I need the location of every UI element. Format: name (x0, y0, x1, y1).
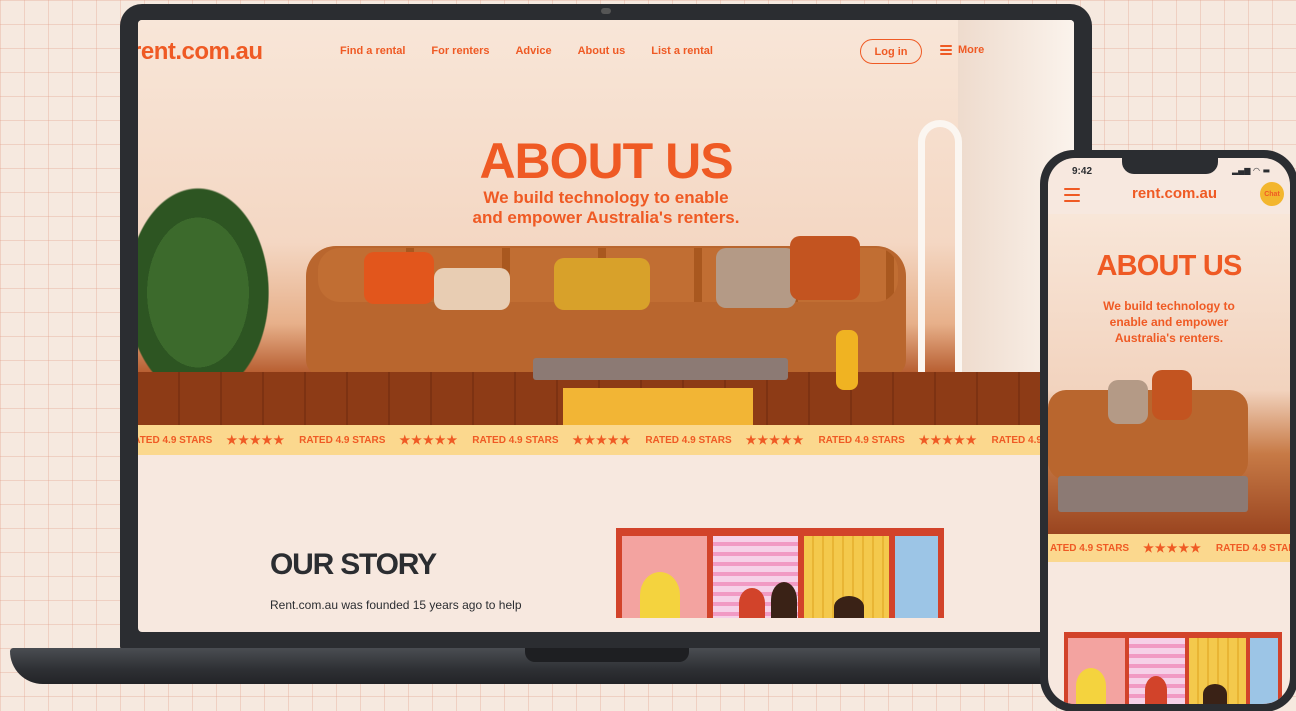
marquee-item: RATED 4.9 STARS ★★★★★ (472, 433, 645, 447)
marquee-item: RATED 4.9 STARS ★★★★★ (138, 433, 299, 447)
marquee-label: RATED 4.9 STARS (299, 434, 386, 446)
person-figure (771, 582, 798, 618)
laptop-trackpad-notch (525, 648, 689, 662)
marquee-label: ATED 4.9 STARS (1050, 542, 1130, 554)
laptop-screen: ABOUT US We build technology to enable a… (138, 20, 1074, 632)
nav-advice[interactable]: Advice (515, 45, 551, 57)
stars-icon: ★★★★★ (399, 433, 459, 447)
phone-coffee-table-image (1058, 476, 1248, 512)
pillow-image (790, 236, 860, 300)
marquee-item: RATED 4.9 STARS ★★★★★ (645, 433, 818, 447)
pillow-image (434, 268, 510, 310)
illustration-panel (895, 536, 938, 618)
marquee-label: RATED 4.9 STARS (138, 434, 213, 446)
marquee-label: RATED 4.9 STARS (472, 434, 559, 446)
phone-hero-subtitle: We build technology to enable and empowe… (1103, 299, 1235, 345)
login-button[interactable]: Log in (860, 39, 922, 64)
pillow-image (716, 248, 796, 308)
more-label: More (958, 44, 985, 56)
hero-title: ABOUT US (479, 133, 733, 189)
illustration-panel (1128, 638, 1186, 704)
illustration-panel (804, 536, 890, 618)
nav-for-renters[interactable]: For renters (431, 45, 489, 57)
story-illustration (616, 528, 944, 618)
nav-list-a-rental[interactable]: List a rental (651, 45, 713, 57)
site-header: rent.com.au Find a rental For renters Ad… (138, 20, 1074, 84)
signal-wifi-battery-icon: ▂▄▆ ◠ ▬ (1232, 166, 1271, 175)
nav-about-us[interactable]: About us (578, 45, 626, 57)
marquee-item: RATED 4.9 STARS (1216, 543, 1290, 554)
phone-notch (1122, 154, 1218, 174)
phone-clock: 9:42 (1072, 166, 1093, 177)
person-figure (1144, 676, 1167, 704)
vase-image (836, 330, 858, 390)
person-figure (1076, 668, 1106, 704)
chat-button[interactable]: Chat (1260, 182, 1284, 206)
illustration-panel (622, 536, 708, 618)
main-nav: Find a rental For renters Advice About u… (340, 45, 713, 57)
phone-pillow-image (1108, 380, 1148, 424)
story-text: Rent.com.au was founded 15 years ago to … (270, 598, 522, 612)
phone-story-illustration (1064, 632, 1282, 704)
rating-marquee: RATED 4.9 STARS ★★★★★ RATED 4.9 STARS ★★… (138, 425, 1074, 455)
marquee-label: RATED 4.9 STARS (1215, 542, 1290, 554)
marquee-item: ATED 4.9 STARS ★★★★★ (1048, 541, 1216, 555)
phone-hamburger-icon[interactable] (1064, 188, 1080, 202)
phone-pillow-image (1152, 370, 1192, 420)
marquee-label: RATED 4.9 STARS (818, 434, 905, 446)
stars-icon: ★★★★★ (1143, 541, 1202, 555)
phone-site-logo[interactable]: rent.com.au (1132, 185, 1217, 202)
coffee-table-image (533, 358, 788, 380)
stars-icon: ★★★★★ (745, 433, 805, 447)
laptop-camera (601, 8, 611, 14)
marquee-item: RATED 4.9 STARS ★★★★★ (818, 433, 991, 447)
stars-icon: ★★★★★ (226, 433, 286, 447)
site-logo[interactable]: rent.com.au (138, 38, 263, 66)
hero-subtitle: We build technology to enable and empowe… (472, 188, 740, 227)
rug-image (563, 388, 753, 425)
phone-screen: 9:42 ▂▄▆ ◠ ▬ rent.com.au Chat ABOUT US W… (1048, 158, 1290, 704)
stars-icon: ★★★★★ (572, 433, 632, 447)
illustration-panel (1249, 638, 1279, 704)
person-figure (739, 588, 766, 618)
nav-find-a-rental[interactable]: Find a rental (340, 45, 405, 57)
story-title: OUR STORY (270, 548, 437, 581)
phone-rating-marquee: ATED 4.9 STARS ★★★★★ RATED 4.9 STARS (1048, 534, 1290, 562)
stars-icon: ★★★★★ (918, 433, 978, 447)
illustration-panel (1189, 638, 1246, 704)
marquee-item: RATED 4.9 STARS ★★★★★ (299, 433, 472, 447)
pillow-image (554, 258, 650, 310)
illustration-panel (713, 536, 799, 618)
phone-hero-title: ABOUT US (1096, 250, 1242, 282)
person-figure (640, 572, 680, 618)
person-figure (834, 596, 865, 618)
marquee-label: RATED 4.9 STARS (645, 434, 732, 446)
pillow-image (364, 252, 434, 304)
hamburger-icon (940, 45, 952, 55)
person-figure (1203, 684, 1228, 704)
more-menu-button[interactable]: More (940, 44, 984, 56)
illustration-panel (1068, 638, 1125, 704)
phone-sofa-image (1048, 390, 1248, 480)
